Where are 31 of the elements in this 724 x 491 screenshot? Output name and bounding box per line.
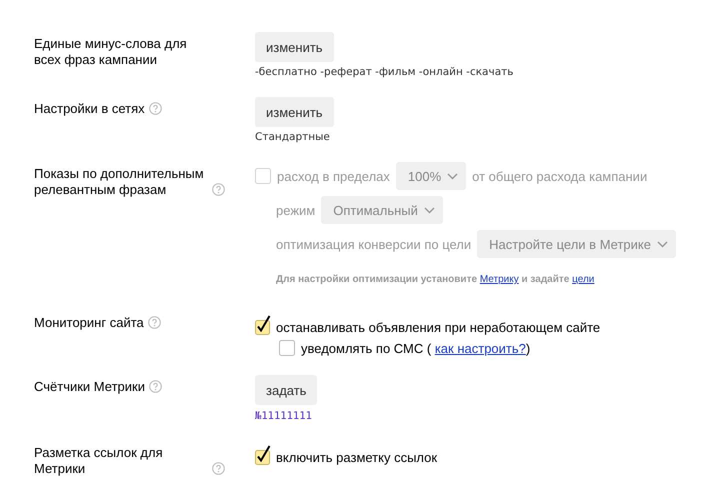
setting-label: Настройки в сетях [34,101,145,117]
setting-label: Показы по дополнительным релевантным фразам [34,166,205,198]
checkbox[interactable] [279,340,295,356]
checkbox-label: расход в пределах [277,168,390,184]
help-icon[interactable] [148,316,161,329]
setting-label: Единые минус-слова для всех фраз кампании [34,36,188,68]
setting-label: Мониторинг сайта [34,315,144,331]
edit-button[interactable]: изменить [255,97,334,127]
setting-label: Разметка ссылок для Метрики [34,445,164,477]
help-icon[interactable] [148,102,162,115]
option-text: от общего расхода кампании [472,168,648,184]
edit-button[interactable]: задать [255,375,318,405]
caret-icon [447,172,458,180]
help-icon[interactable] [148,380,162,393]
hint-text: Для настройки оптимизации установите Метрику и задайте цели [275,274,596,285]
help-link[interactable]: как настроить? [434,340,526,356]
option-label: режим [276,202,316,218]
setting-label: Счётчики Метрики [34,379,145,395]
edit-button[interactable]: изменить [255,32,334,62]
checkbox-label: останавливать объявления при неработающем сайте [276,320,600,335]
checkbox-label: включить разметку ссылок [276,450,438,465]
setting-value: Стандартные [255,131,330,143]
checkbox[interactable] [255,315,273,335]
setting-value: -бесплатно -реферат -фильм -онлайн -скачать [255,66,514,78]
option-label: оптимизация конверсии по цели [276,236,472,252]
checkbox[interactable] [255,445,273,465]
checkbox-label: уведомлять по СМС ( как настроить?) [301,340,530,356]
counter-number[interactable]: №11111111 [255,410,312,422]
caret-icon [424,206,435,214]
caret-icon [656,240,668,248]
help-icon[interactable] [212,462,225,475]
